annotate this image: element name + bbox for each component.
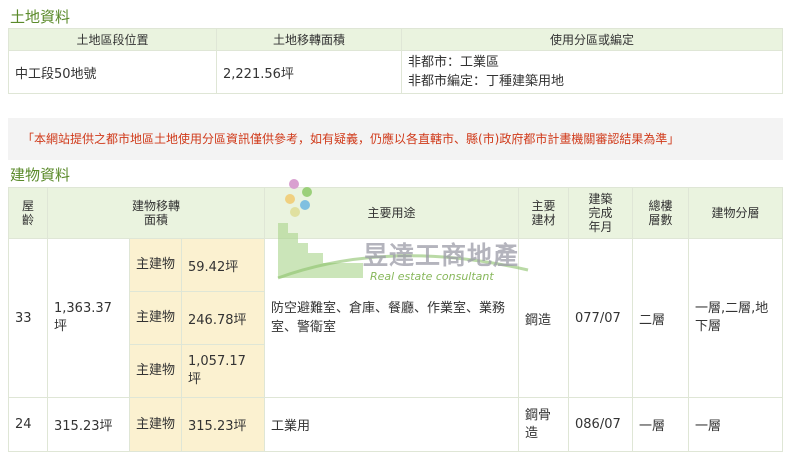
land-section-title: 土地資料: [10, 8, 71, 26]
part-area: 315.23坪: [181, 397, 265, 452]
col-header-material: 主要建材: [518, 187, 569, 239]
zoning-line-1: 非都市：工業區: [408, 55, 500, 70]
building-table: 屋齡 建物移轉面積 主要用途 主要建材 建築完成年月 總樓層數 建物分層 33 …: [8, 187, 783, 452]
col-header-floor-split: 建物分層: [688, 187, 783, 239]
building-completed: 077/07: [568, 238, 633, 398]
building-floor-split: 一層: [688, 397, 783, 452]
part-area: 59.42坪: [181, 238, 265, 292]
land-area: 2,221.56坪: [216, 50, 402, 94]
part-label: 主建物: [129, 397, 182, 452]
part-label: 主建物: [129, 344, 182, 398]
zoning-line-2: 非都市編定：丁種建築用地: [408, 74, 565, 89]
table-row: 33 1,363.37坪 主建物 59.42坪 防空避難室、倉庫、餐廳、作業室、…: [8, 238, 783, 398]
col-header-area: 土地移轉面積: [216, 28, 402, 51]
building-usage: 工業用: [264, 397, 519, 452]
col-header-location: 土地區段位置: [8, 28, 217, 51]
building-total-area: 1,363.37坪: [47, 238, 130, 398]
col-header-transfer-area: 建物移轉面積: [47, 187, 265, 239]
building-age: 33: [8, 238, 48, 398]
building-completed: 086/07: [568, 397, 633, 452]
col-header-completed: 建築完成年月: [568, 187, 633, 239]
building-material: 鋼造: [518, 238, 569, 398]
table-row: 24 315.23坪 主建物 315.23坪 工業用 鋼骨造 086/07 一層…: [8, 397, 783, 452]
building-material: 鋼骨造: [518, 397, 569, 452]
building-usage: 防空避難室、倉庫、餐廳、作業室、業務室、警衛室: [264, 238, 519, 398]
land-location: 中工段50地號: [8, 50, 217, 94]
building-floors: 一層: [632, 397, 689, 452]
col-header-zoning: 使用分區或編定: [401, 28, 783, 51]
land-zoning: 非都市：工業區 非都市編定：丁種建築用地: [401, 50, 783, 94]
col-header-total-floors: 總樓層數: [632, 187, 689, 239]
land-table: 土地區段位置 土地移轉面積 使用分區或編定 中工段50地號 2,221.56坪 …: [8, 28, 783, 94]
part-label: 主建物: [129, 238, 182, 292]
building-section-title: 建物資料: [10, 166, 71, 184]
col-header-age: 屋齡: [8, 187, 48, 239]
table-row: 中工段50地號 2,221.56坪 非都市：工業區 非都市編定：丁種建築用地: [8, 50, 783, 94]
building-age: 24: [8, 397, 48, 452]
part-area: 246.78坪: [181, 291, 265, 345]
part-label: 主建物: [129, 291, 182, 345]
col-header-usage: 主要用途: [264, 187, 519, 239]
part-area: 1,057.17坪: [181, 344, 265, 398]
disclaimer-notice: 「本網站提供之都市地區土地使用分區資訊僅供參考，如有疑義，仍應以各直轄市、縣(市…: [8, 118, 783, 160]
building-floors: 二層: [632, 238, 689, 398]
building-total-area: 315.23坪: [47, 397, 130, 452]
building-floor-split: 一層,二層,地下層: [688, 238, 783, 398]
